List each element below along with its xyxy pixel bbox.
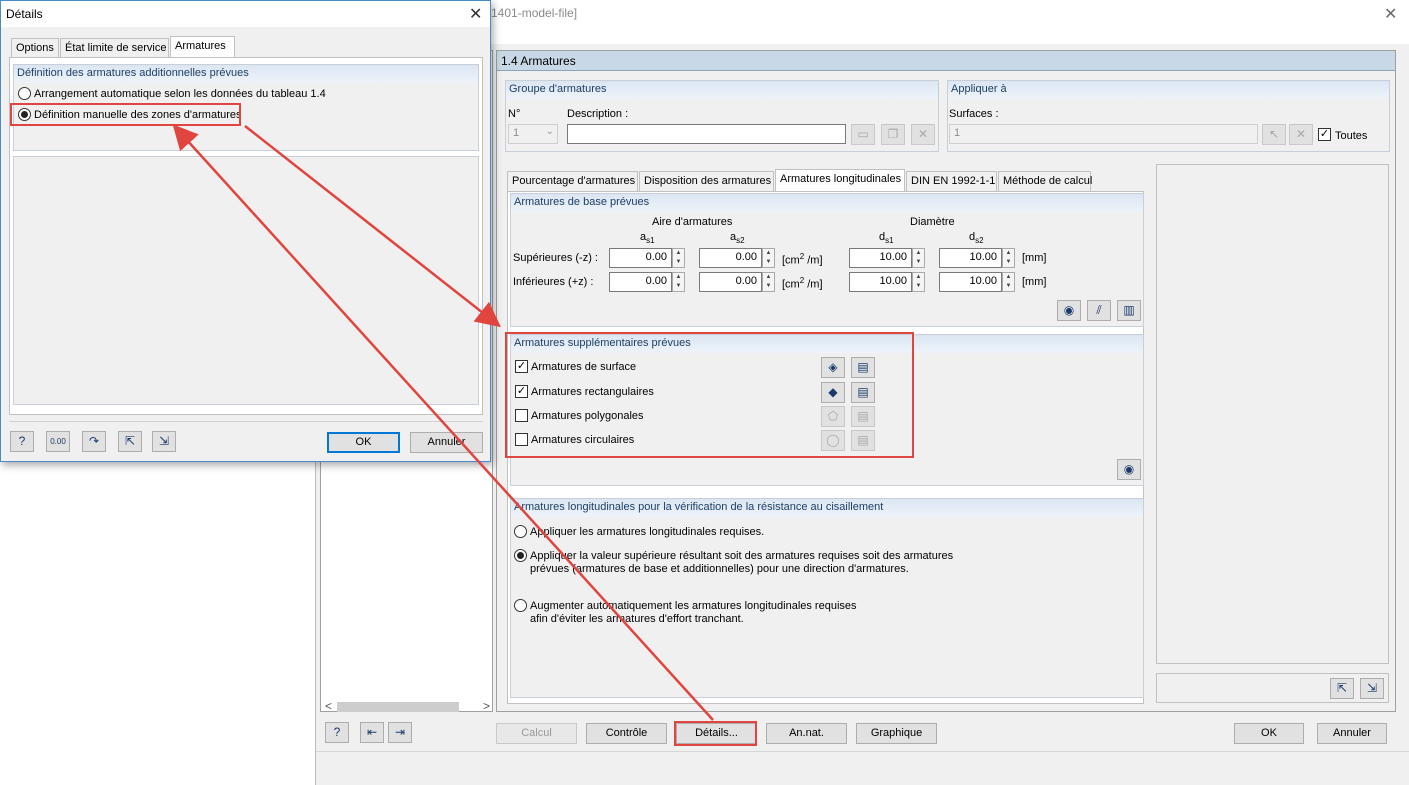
annotation-arrows <box>172 124 714 721</box>
arrow-dialog-to-supplementaires <box>244 125 501 328</box>
arrow-details-to-dialog <box>172 124 714 721</box>
